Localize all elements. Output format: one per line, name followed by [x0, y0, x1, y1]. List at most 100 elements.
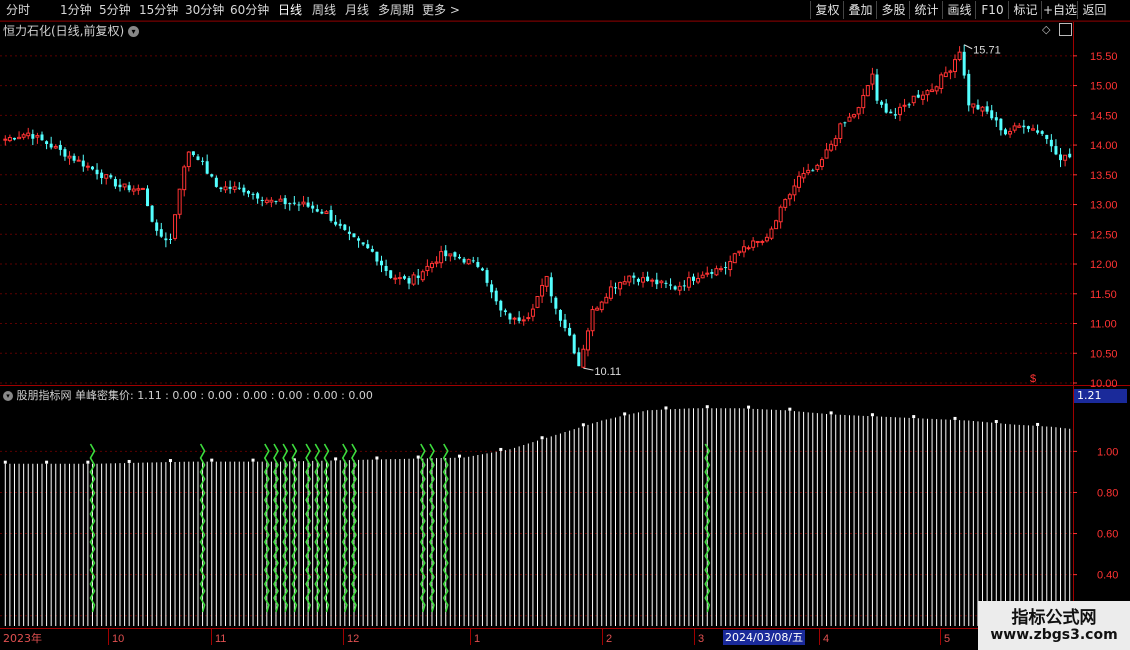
- candle-body-up: [714, 268, 719, 276]
- candle-body-down: [485, 270, 489, 283]
- candle-body-down: [490, 284, 494, 293]
- candle-body-up: [911, 95, 916, 104]
- candle-body-down: [366, 244, 370, 249]
- price-tick-label: 15.00: [1090, 81, 1118, 93]
- indicator-tick-label: 1.00: [1097, 446, 1118, 458]
- candle-body-down: [292, 202, 296, 204]
- candle-body-down: [338, 223, 342, 226]
- candle-body-up: [700, 274, 705, 279]
- candle-body-up: [76, 159, 81, 162]
- candle-body-up: [439, 251, 444, 264]
- indicator-dot: [1036, 422, 1040, 426]
- candle-body-down: [334, 221, 338, 225]
- candle-body-down: [494, 290, 498, 302]
- candle-body-down: [63, 149, 67, 157]
- candle-body-up: [824, 149, 829, 159]
- dividend-icon: $: [1030, 373, 1036, 385]
- candle-body-down: [274, 200, 278, 202]
- candle-body-up: [7, 136, 12, 142]
- candle-body-down: [256, 193, 260, 199]
- candle-body-down: [554, 297, 558, 309]
- indicator-title: ▾ 股朋指标网 单峰密集价: 1.11 : 0.00 : 0.00 : 0.00…: [3, 387, 373, 403]
- candle-body-down: [384, 265, 388, 271]
- price-tick-label: 12.00: [1090, 259, 1118, 271]
- cursor-date: 2024/03/08/五: [723, 630, 806, 645]
- candle-body-up: [604, 296, 609, 304]
- candle-body-down: [1045, 134, 1049, 140]
- candle-body-down: [646, 276, 650, 282]
- chevron-down-icon[interactable]: ▾: [3, 391, 13, 401]
- candle-body-up: [719, 268, 724, 271]
- candle-body-up: [627, 275, 632, 283]
- candle-body-up: [829, 143, 834, 151]
- indicator-dot: [747, 405, 751, 409]
- candle-body-up: [324, 211, 329, 214]
- candle-body-up: [686, 277, 691, 288]
- diamond-icon[interactable]: ◇: [1042, 23, 1050, 36]
- chevron-down-icon[interactable]: ▾: [128, 26, 140, 37]
- candle-body-down: [453, 252, 457, 257]
- candle-body-down: [242, 187, 246, 193]
- indicator-dot: [870, 413, 874, 417]
- candle-body-up: [17, 136, 22, 140]
- candle-body-down: [1049, 139, 1053, 147]
- candle-body-up: [737, 250, 742, 254]
- timeline-start-label: 2023年: [3, 631, 42, 645]
- candle-body-down: [246, 190, 250, 194]
- candle-body-down: [1003, 129, 1007, 135]
- candle-body-down: [480, 268, 484, 271]
- candle-body-down: [146, 188, 150, 207]
- low-label: 10.11: [594, 366, 621, 378]
- candle-body-up: [420, 271, 425, 281]
- high-marker: [963, 44, 973, 50]
- indicator-current-value: 1.21: [1074, 389, 1127, 403]
- candle-body-up: [852, 114, 857, 118]
- candle-body-down: [875, 74, 879, 101]
- indicator-dot: [623, 412, 627, 416]
- candle-body-up: [760, 240, 765, 243]
- indicator-dot: [664, 406, 668, 410]
- candle-body-down: [673, 286, 677, 290]
- candle-body-down: [811, 170, 815, 172]
- candle-body-down: [568, 327, 572, 336]
- indicator-dot: [210, 458, 214, 462]
- panel-toggle-icon[interactable]: [1059, 23, 1072, 36]
- candle-body-up: [585, 330, 590, 351]
- candle-body-down: [343, 224, 347, 230]
- candle-body-down: [471, 260, 475, 262]
- candle-body-up: [434, 261, 439, 264]
- candle-body-up: [741, 246, 746, 253]
- candle-body-down: [306, 202, 310, 207]
- candle-body-down: [95, 169, 99, 175]
- candle-body-down: [572, 334, 576, 354]
- candle-body-up: [590, 309, 595, 332]
- candle-body-down: [962, 51, 966, 76]
- candle-body-up: [838, 123, 843, 140]
- candle-body-up: [764, 236, 769, 242]
- indicator-dot: [953, 416, 957, 420]
- candle-body-up: [269, 199, 274, 203]
- candle-body-down: [58, 144, 62, 150]
- candle-body-up: [1012, 125, 1017, 131]
- candle-body-down: [118, 184, 122, 188]
- candle-body-down: [357, 238, 361, 241]
- candle-body-up: [971, 103, 976, 108]
- candle-body-down: [283, 198, 287, 205]
- candle-body-up: [429, 262, 434, 268]
- candle-body-down: [196, 156, 200, 160]
- candle-body-up: [641, 277, 646, 283]
- candle-body-up: [1008, 131, 1013, 135]
- candle-body-up: [728, 261, 733, 271]
- candle-body-up: [521, 319, 526, 322]
- indicator-dot: [829, 411, 833, 415]
- indicator-dot: [168, 459, 172, 463]
- candle-body-up: [397, 277, 402, 280]
- candle-body-down: [288, 203, 292, 205]
- price-tick-label: 13.00: [1090, 200, 1118, 212]
- indicator-dot: [127, 459, 131, 463]
- candle-body-up: [815, 164, 820, 170]
- candle-body-down: [1040, 131, 1044, 134]
- candle-body-down: [636, 278, 640, 282]
- month-label: 4: [823, 633, 829, 645]
- indicator-dot: [540, 436, 544, 440]
